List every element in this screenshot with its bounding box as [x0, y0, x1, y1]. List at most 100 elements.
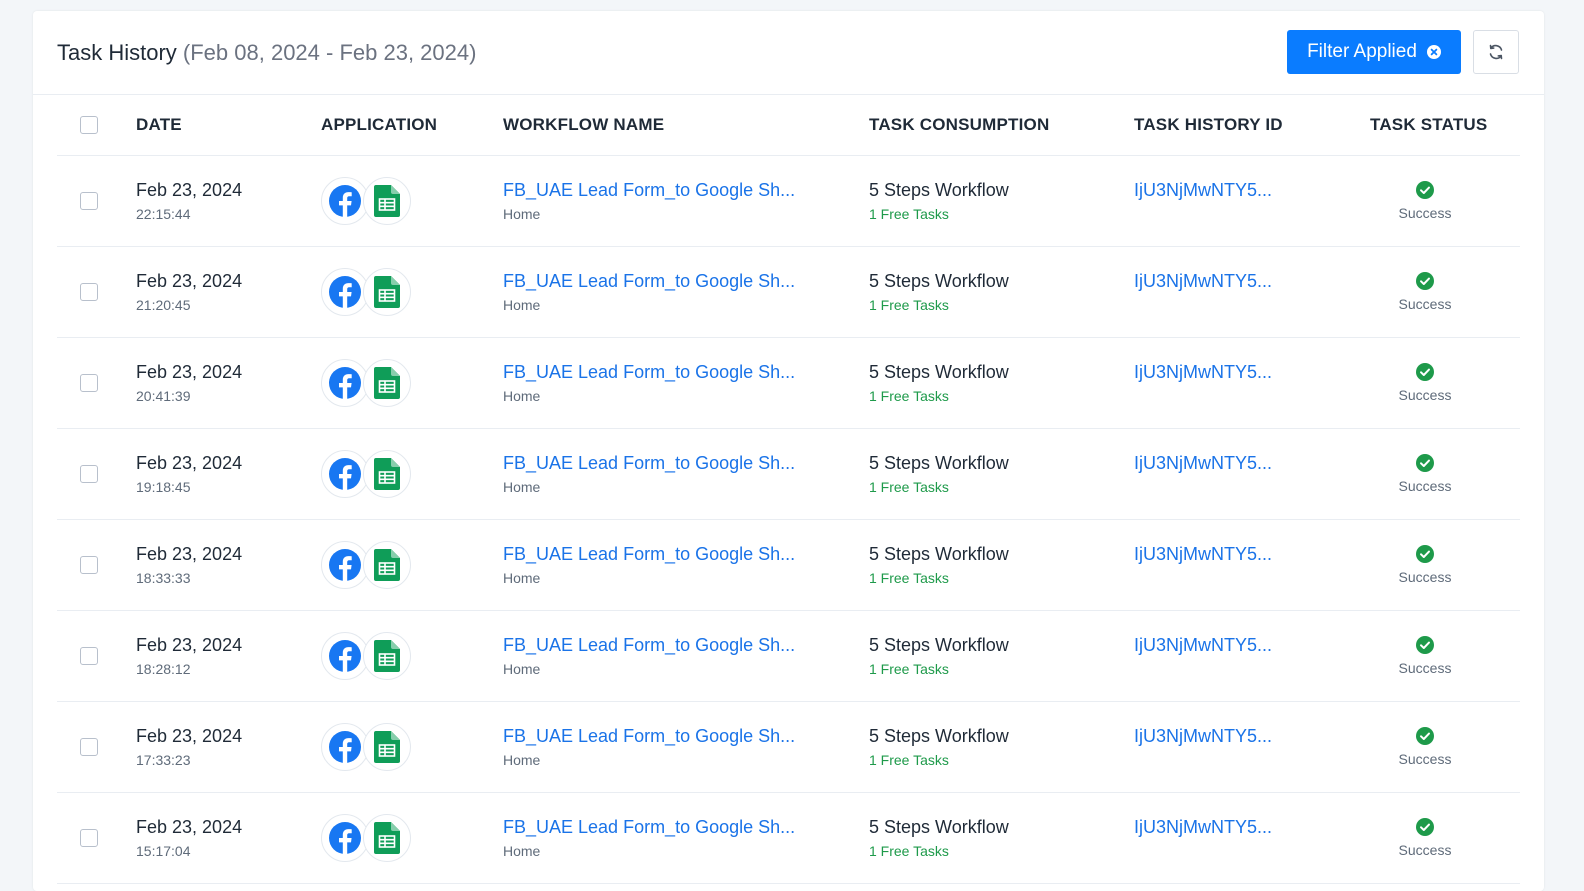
- task-history-id-link[interactable]: IjU3NjMwNTY5...: [1134, 725, 1370, 747]
- row-date: Feb 23, 2024: [136, 544, 243, 564]
- row-time: 15:17:04: [136, 843, 191, 859]
- task-history-id-link[interactable]: IjU3NjMwNTY5...: [1134, 452, 1370, 474]
- row-checkbox[interactable]: [80, 374, 98, 392]
- workflow-cell: FB_UAE Lead Form_to Google Sh... Home: [503, 519, 869, 611]
- facebook-icon: [329, 276, 361, 308]
- table-body: Feb 23, 2024 22:15:44 FB_UAE Lead Form_t…: [57, 155, 1520, 884]
- workflow-name-link[interactable]: FB_UAE Lead Form_to Google Sh...: [503, 816, 869, 838]
- workflow-folder: Home: [503, 843, 541, 859]
- application-cell: [321, 155, 503, 247]
- workflow-name-link[interactable]: FB_UAE Lead Form_to Google Sh...: [503, 634, 869, 656]
- status-badge: Success: [1398, 660, 1452, 676]
- task-history-id-link[interactable]: IjU3NjMwNTY5...: [1134, 270, 1370, 292]
- status-cell: Success: [1370, 610, 1520, 702]
- workflow-cell: FB_UAE Lead Form_to Google Sh... Home: [503, 701, 869, 793]
- free-tasks: 1 Free Tasks: [869, 661, 949, 677]
- history-id-spacer: [1134, 569, 1370, 587]
- workflow-name-link[interactable]: FB_UAE Lead Form_to Google Sh...: [503, 179, 869, 201]
- consumption-cell: 5 Steps Workflow 1 Free Tasks: [869, 701, 1134, 793]
- facebook-icon: [329, 822, 361, 854]
- consumption-steps: 5 Steps Workflow: [869, 271, 1009, 291]
- row-date: Feb 23, 2024: [136, 271, 243, 291]
- row-select-cell: [57, 610, 136, 702]
- task-history-id-link[interactable]: IjU3NjMwNTY5...: [1134, 816, 1370, 838]
- workflow-name-link[interactable]: FB_UAE Lead Form_to Google Sh...: [503, 361, 869, 383]
- date-cell: Feb 23, 2024 18:28:12: [136, 610, 321, 702]
- facebook-app-badge: [321, 450, 369, 498]
- facebook-app-badge: [321, 632, 369, 680]
- task-history-id-link[interactable]: IjU3NjMwNTY5...: [1134, 634, 1370, 656]
- refresh-button[interactable]: [1473, 30, 1519, 74]
- consumption-steps: 5 Steps Workflow: [869, 635, 1009, 655]
- check-circle-icon: [1416, 454, 1434, 472]
- facebook-app-badge: [321, 268, 369, 316]
- workflow-name-link[interactable]: FB_UAE Lead Form_to Google Sh...: [503, 270, 869, 292]
- history-id-spacer: [1134, 296, 1370, 314]
- row-time: 17:33:23: [136, 752, 191, 768]
- workflow-cell: FB_UAE Lead Form_to Google Sh... Home: [503, 246, 869, 338]
- workflow-name-link[interactable]: FB_UAE Lead Form_to Google Sh...: [503, 452, 869, 474]
- row-select-cell: [57, 155, 136, 247]
- history-id-spacer: [1134, 751, 1370, 769]
- google-sheets-icon: [374, 549, 400, 581]
- consumption-cell: 5 Steps Workflow 1 Free Tasks: [869, 246, 1134, 338]
- table-row: Feb 23, 2024 20:41:39 FB_UAE Lead Form_t…: [57, 337, 1520, 429]
- consumption-cell: 5 Steps Workflow 1 Free Tasks: [869, 610, 1134, 702]
- application-cell: [321, 519, 503, 611]
- consumption-cell: 5 Steps Workflow 1 Free Tasks: [869, 792, 1134, 884]
- google-sheets-icon: [374, 458, 400, 490]
- google-sheets-app-badge: [363, 632, 411, 680]
- history-id-cell: IjU3NjMwNTY5...: [1134, 337, 1370, 429]
- row-select-cell: [57, 428, 136, 520]
- application-cell: [321, 337, 503, 429]
- free-tasks: 1 Free Tasks: [869, 752, 949, 768]
- google-sheets-icon: [374, 185, 400, 217]
- page-title: Task History (Feb 08, 2024 - Feb 23, 202…: [57, 40, 476, 66]
- consumption-cell: 5 Steps Workflow 1 Free Tasks: [869, 428, 1134, 520]
- row-time: 20:41:39: [136, 388, 191, 404]
- row-checkbox[interactable]: [80, 283, 98, 301]
- google-sheets-app-badge: [363, 541, 411, 589]
- date-cell: Feb 23, 2024 22:15:44: [136, 155, 321, 247]
- google-sheets-icon: [374, 822, 400, 854]
- history-id-spacer: [1134, 205, 1370, 223]
- row-checkbox[interactable]: [80, 829, 98, 847]
- date-cell: Feb 23, 2024 17:33:23: [136, 701, 321, 793]
- row-time: 18:33:33: [136, 570, 191, 586]
- consumption-steps: 5 Steps Workflow: [869, 453, 1009, 473]
- row-checkbox[interactable]: [80, 556, 98, 574]
- status-wrap: Success: [1370, 363, 1480, 403]
- row-checkbox[interactable]: [80, 647, 98, 665]
- status-cell: Success: [1370, 428, 1520, 520]
- row-checkbox[interactable]: [80, 738, 98, 756]
- workflow-folder: Home: [503, 661, 541, 677]
- row-time: 18:28:12: [136, 661, 191, 677]
- consumption-steps: 5 Steps Workflow: [869, 362, 1009, 382]
- google-sheets-app-badge: [363, 177, 411, 225]
- task-history-id-link[interactable]: IjU3NjMwNTY5...: [1134, 179, 1370, 201]
- table-row: Feb 23, 2024 21:20:45 FB_UAE Lead Form_t…: [57, 246, 1520, 338]
- google-sheets-app-badge: [363, 814, 411, 862]
- task-history-id-link[interactable]: IjU3NjMwNTY5...: [1134, 543, 1370, 565]
- task-history-id-link[interactable]: IjU3NjMwNTY5...: [1134, 361, 1370, 383]
- row-checkbox[interactable]: [80, 465, 98, 483]
- workflow-folder: Home: [503, 570, 541, 586]
- status-wrap: Success: [1370, 545, 1480, 585]
- consumption-steps: 5 Steps Workflow: [869, 544, 1009, 564]
- google-sheets-app-badge: [363, 268, 411, 316]
- date-cell: Feb 23, 2024 21:20:45: [136, 246, 321, 338]
- row-select-cell: [57, 792, 136, 884]
- close-circle-icon[interactable]: [1426, 45, 1441, 59]
- status-wrap: Success: [1370, 727, 1480, 767]
- workflow-folder: Home: [503, 297, 541, 313]
- column-header-status: TASK STATUS: [1370, 95, 1520, 156]
- row-checkbox[interactable]: [80, 192, 98, 210]
- select-all-checkbox[interactable]: [80, 116, 98, 134]
- status-badge: Success: [1398, 205, 1452, 221]
- workflow-name-link[interactable]: FB_UAE Lead Form_to Google Sh...: [503, 725, 869, 747]
- filter-applied-button[interactable]: Filter Applied: [1287, 30, 1461, 74]
- row-time: 21:20:45: [136, 297, 191, 313]
- workflow-name-link[interactable]: FB_UAE Lead Form_to Google Sh...: [503, 543, 869, 565]
- status-wrap: Success: [1370, 454, 1480, 494]
- table-row: Feb 23, 2024 22:15:44 FB_UAE Lead Form_t…: [57, 155, 1520, 247]
